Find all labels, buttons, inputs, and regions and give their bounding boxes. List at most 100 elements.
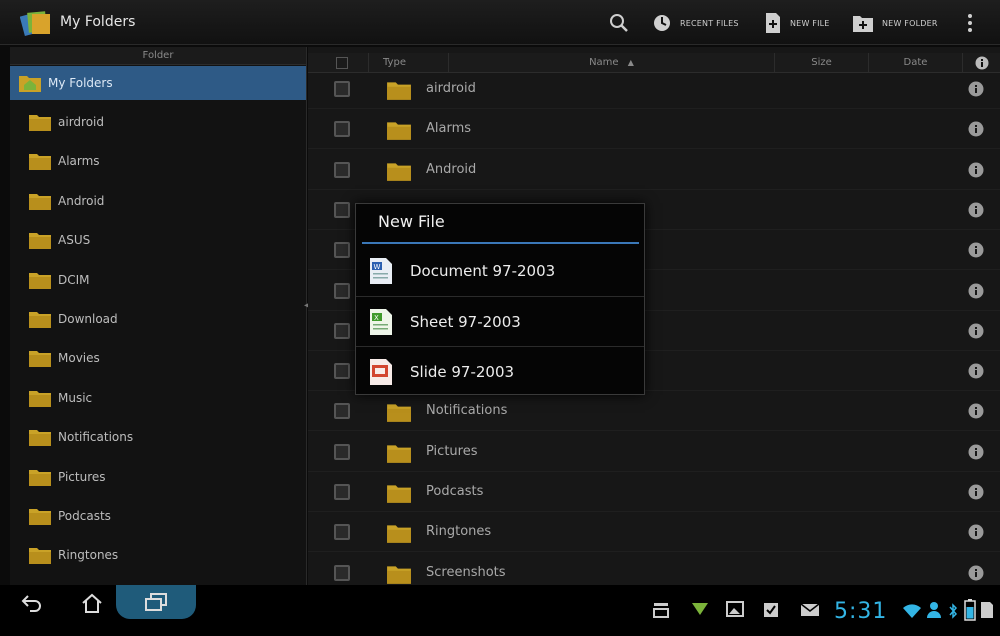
folder-icon bbox=[29, 154, 51, 171]
folder-tree-item-label: Download bbox=[58, 312, 118, 326]
folder-tree-item[interactable]: airdroid bbox=[28, 110, 298, 134]
new-document-option[interactable]: W Document 97-2003 bbox=[356, 246, 644, 296]
file-name: Podcasts bbox=[426, 484, 484, 499]
new-folder-icon bbox=[853, 16, 873, 32]
row-checkbox[interactable] bbox=[334, 403, 350, 420]
folder-tree-item[interactable]: Notifications bbox=[28, 425, 298, 449]
file-list-row[interactable]: Ringtones bbox=[308, 512, 1000, 553]
row-checkbox[interactable] bbox=[334, 242, 350, 259]
new-slide-option[interactable]: Slide 97-2003 bbox=[356, 346, 644, 396]
info-icon bbox=[968, 323, 984, 339]
sd-card-icon bbox=[980, 601, 994, 623]
folder-tree-item[interactable]: Podcasts bbox=[28, 504, 298, 528]
folder-tree-item[interactable]: Ringtones bbox=[28, 543, 298, 567]
info-button[interactable] bbox=[968, 444, 984, 464]
folder-tree-item[interactable]: ASUS bbox=[28, 228, 298, 252]
row-checkbox[interactable] bbox=[334, 322, 350, 339]
new-file-icon bbox=[766, 13, 780, 33]
row-checkbox[interactable] bbox=[334, 81, 350, 97]
file-list-row[interactable]: airdroid bbox=[308, 69, 1000, 109]
file-list-row[interactable]: Notifications bbox=[308, 391, 1000, 432]
info-button[interactable] bbox=[968, 403, 984, 423]
row-checkbox[interactable] bbox=[334, 201, 350, 218]
info-button[interactable] bbox=[968, 363, 984, 383]
email-notification-icon bbox=[800, 602, 820, 621]
folder-tree-item-label: Pictures bbox=[58, 469, 106, 484]
folder-column-header: Folder bbox=[10, 47, 306, 65]
info-button[interactable] bbox=[968, 242, 984, 262]
info-button[interactable] bbox=[968, 484, 984, 504]
folder-icon bbox=[387, 445, 411, 463]
back-button[interactable] bbox=[14, 585, 50, 621]
info-icon bbox=[968, 484, 984, 500]
file-list-row[interactable]: Podcasts bbox=[308, 472, 1000, 512]
folder-icon bbox=[387, 566, 411, 584]
info-button[interactable] bbox=[968, 323, 984, 343]
system-navigation-bar: 5:31 bbox=[0, 585, 1000, 636]
row-checkbox[interactable] bbox=[334, 121, 350, 138]
row-checkbox[interactable] bbox=[334, 363, 350, 380]
row-checkbox[interactable] bbox=[334, 282, 350, 299]
file-list-row[interactable]: Alarms bbox=[308, 109, 1000, 150]
folder-tree-item-label: Ringtones bbox=[58, 548, 119, 563]
row-checkbox[interactable] bbox=[334, 564, 350, 581]
clock-time[interactable]: 5:31 bbox=[834, 599, 887, 624]
info-icon bbox=[968, 202, 984, 218]
info-button[interactable] bbox=[968, 202, 984, 222]
file-name: Pictures bbox=[426, 443, 478, 459]
row-checkbox[interactable] bbox=[334, 443, 350, 460]
row-checkbox[interactable] bbox=[334, 161, 350, 178]
info-button[interactable] bbox=[968, 162, 984, 182]
select-all-checkbox[interactable] bbox=[336, 57, 348, 69]
folder-icon bbox=[29, 509, 51, 525]
info-button[interactable] bbox=[968, 524, 984, 544]
search-button[interactable] bbox=[608, 10, 630, 36]
info-button[interactable] bbox=[968, 283, 984, 303]
folder-tree-item[interactable]: Download bbox=[28, 307, 298, 331]
folder-icon bbox=[387, 485, 411, 503]
clock-icon bbox=[654, 15, 670, 31]
overflow-menu-button[interactable] bbox=[966, 10, 974, 36]
recent-files-button[interactable]: RECENT FILES bbox=[652, 10, 739, 36]
new-sheet-option[interactable]: X Sheet 97-2003 bbox=[356, 296, 644, 346]
info-button[interactable] bbox=[968, 565, 984, 585]
folder-icon bbox=[29, 469, 51, 486]
folder-icon bbox=[387, 122, 411, 141]
svg-text:X: X bbox=[374, 314, 379, 322]
row-checkbox[interactable] bbox=[334, 524, 350, 541]
folder-tree-item[interactable]: Android bbox=[28, 189, 298, 213]
wifi-icon bbox=[902, 603, 922, 623]
folder-tree-root[interactable]: My Folders bbox=[10, 66, 306, 100]
file-list-row[interactable]: Pictures bbox=[308, 432, 1000, 472]
info-icon bbox=[968, 81, 984, 97]
file-name: Screenshots bbox=[426, 564, 506, 580]
recent-files-label: RECENT FILES bbox=[680, 18, 739, 28]
folder-icon bbox=[387, 163, 411, 181]
new-document-label: Document 97-2003 bbox=[410, 262, 556, 280]
app-logo-icon bbox=[19, 8, 52, 36]
info-icon bbox=[968, 283, 984, 298]
recent-apps-button[interactable] bbox=[116, 585, 196, 619]
folder-tree-item[interactable]: DCIM bbox=[28, 268, 298, 292]
file-name: Android bbox=[426, 161, 477, 177]
info-button[interactable] bbox=[968, 81, 984, 101]
bluetooth-icon bbox=[948, 603, 958, 623]
folder-tree-item[interactable]: Alarms bbox=[28, 149, 298, 173]
file-list-row[interactable]: Android bbox=[308, 150, 1000, 190]
new-file-dialog: New File W Document 97-2003 X Sheet 97-2… bbox=[355, 203, 645, 395]
info-button[interactable] bbox=[968, 121, 984, 141]
presentation-icon bbox=[370, 358, 392, 385]
row-checkbox[interactable] bbox=[334, 484, 350, 500]
folder-tree-item[interactable]: Music bbox=[28, 386, 298, 410]
new-file-button[interactable]: NEW FILE bbox=[764, 10, 830, 36]
folder-tree-item[interactable]: Pictures bbox=[28, 465, 298, 489]
download-notification-icon bbox=[690, 601, 710, 621]
dialog-title: New File bbox=[378, 212, 445, 231]
home-button[interactable] bbox=[74, 585, 110, 621]
new-slide-label: Slide 97-2003 bbox=[410, 362, 515, 381]
folder-tree-item-label: Podcasts bbox=[58, 509, 111, 523]
folder-tree-item-label: Music bbox=[58, 390, 93, 405]
folder-tree-item[interactable]: Movies bbox=[28, 346, 298, 370]
new-folder-button[interactable]: NEW FOLDER bbox=[852, 10, 938, 36]
task-notification-icon bbox=[762, 600, 780, 622]
